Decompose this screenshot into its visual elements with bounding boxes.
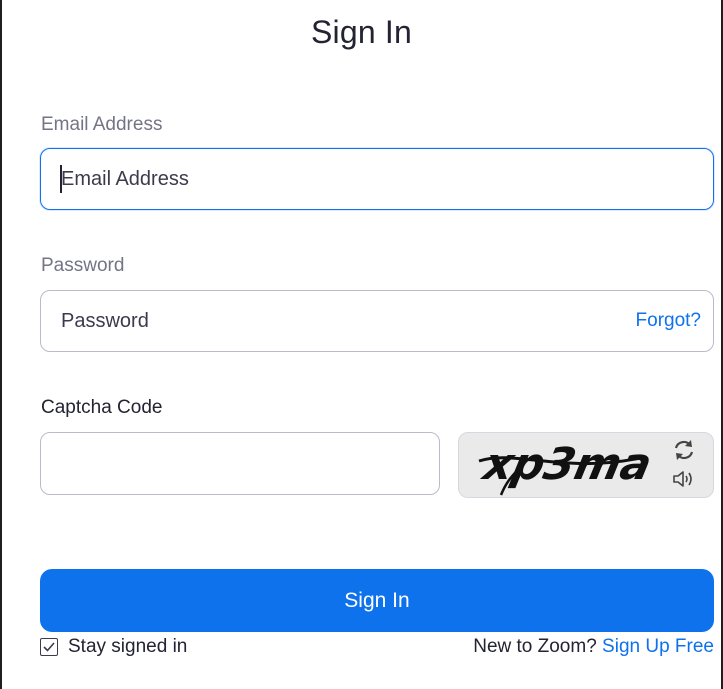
sign-in-button[interactable]: Sign In: [40, 569, 714, 632]
captcha-label: Captcha Code: [41, 397, 163, 418]
sign-up-free-link[interactable]: Sign Up Free: [602, 636, 714, 657]
signup-prompt-text: New to Zoom?: [473, 636, 603, 657]
email-input[interactable]: [61, 149, 621, 209]
page-title: Sign In: [310, 14, 413, 50]
forgot-password-link[interactable]: Forgot?: [636, 291, 701, 351]
captcha-image-text: xp3ma: [477, 439, 656, 489]
stay-signed-in-checkbox[interactable]: [40, 638, 58, 656]
password-label: Password: [41, 255, 125, 276]
speaker-icon[interactable]: [671, 467, 697, 491]
sign-in-page: Sign In Email Address Password Forgot? C…: [0, 0, 723, 689]
refresh-icon[interactable]: [671, 437, 697, 463]
stay-signed-in-label: Stay signed in: [68, 636, 188, 657]
stay-signed-in-checkbox-row[interactable]: Stay signed in: [40, 632, 187, 662]
captcha-input[interactable]: [55, 433, 425, 494]
email-field-container: [40, 148, 714, 210]
text-caret: [60, 165, 62, 193]
password-input[interactable]: [61, 291, 621, 351]
password-field-container: Forgot?: [40, 290, 714, 352]
captcha-image-box: xp3ma: [458, 432, 714, 498]
captcha-field-container: [40, 432, 440, 495]
signup-prompt: New to Zoom? Sign Up Free: [473, 632, 714, 662]
captcha-image: xp3ma: [477, 439, 656, 496]
window-edge-left: [0, 0, 2, 689]
checkmark-icon: [43, 642, 55, 652]
email-label: Email Address: [41, 114, 163, 135]
